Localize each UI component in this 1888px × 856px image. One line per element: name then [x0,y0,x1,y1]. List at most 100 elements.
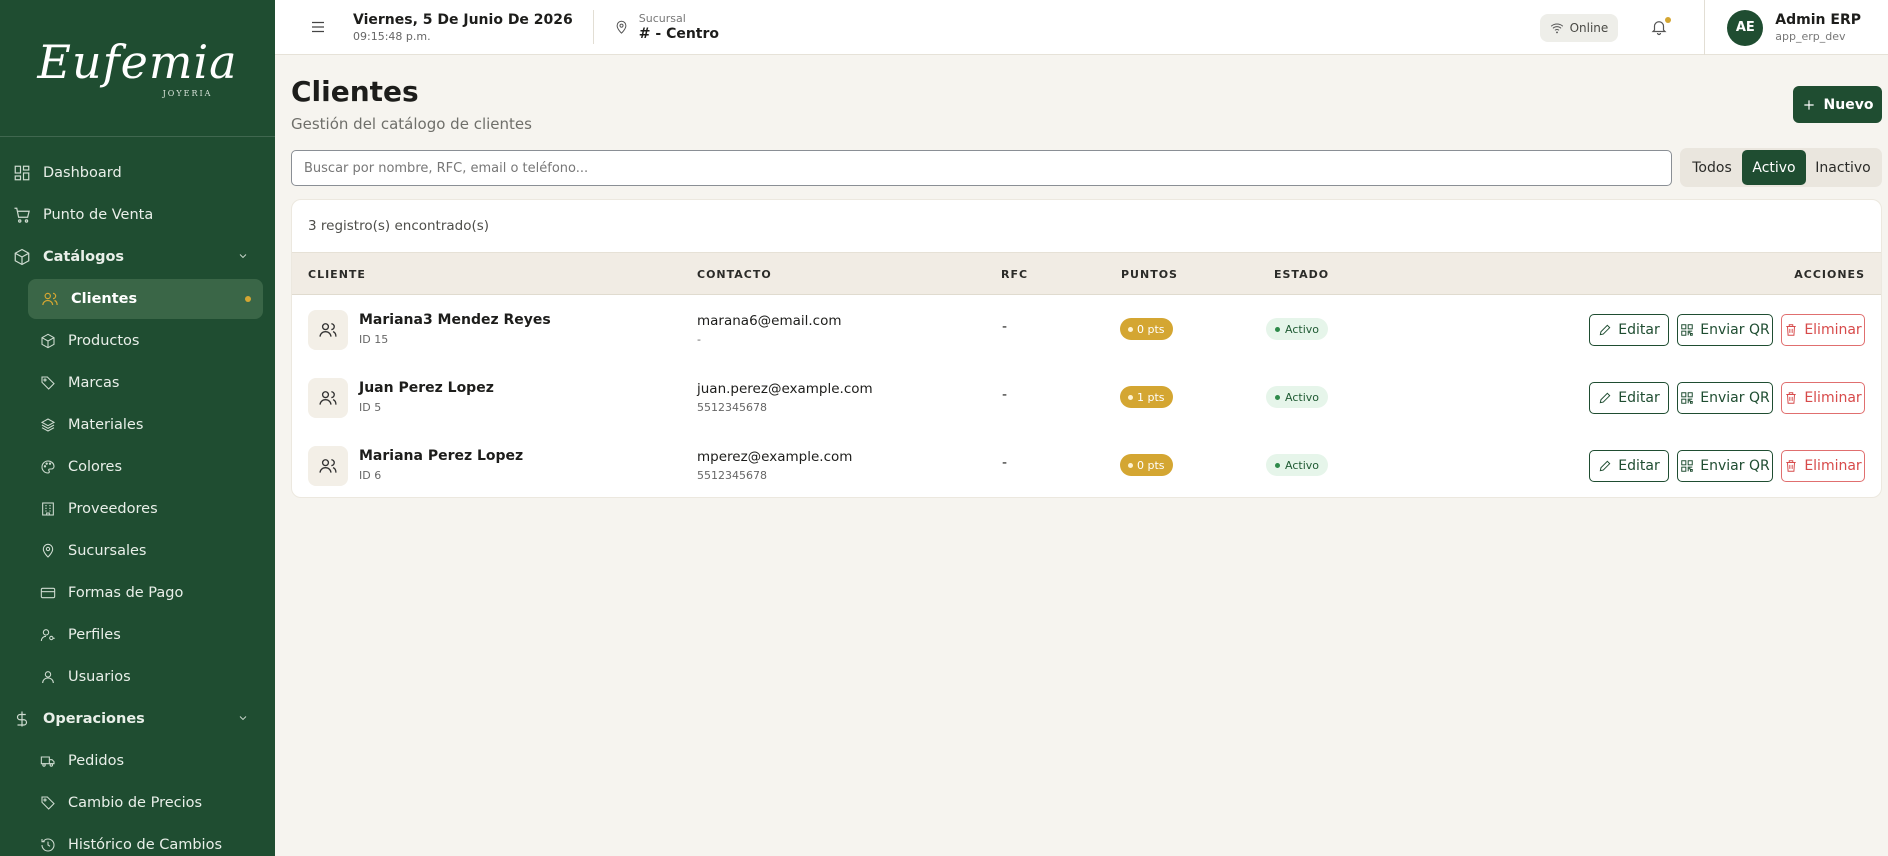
sidebar-item-dashboard[interactable]: Dashboard [0,152,275,194]
send-qr-button[interactable]: Enviar QR [1677,314,1773,346]
table-row: Mariana Perez Lopez ID 6 mperez@example.… [292,431,1881,497]
trash-icon [1786,392,1796,404]
wifi-icon [1550,23,1563,33]
filter-activo[interactable]: Activo [1742,150,1806,185]
send-qr-button[interactable]: Enviar QR [1677,382,1773,414]
header-puntos: PUNTOS [1121,268,1178,281]
connection-status-text: Online [1569,20,1609,35]
sidebar-item-cambio-de-precios[interactable]: Cambio de Precios [0,782,275,824]
sidebar-item-historico-de-cambios[interactable]: Histórico de Cambios [0,824,275,856]
status-badge: Activo [1266,454,1328,476]
edit-label: Editar [1618,390,1660,406]
sidebar-item-label: Sucursales [68,543,147,559]
sidebar-item-label: Proveedores [68,501,158,517]
trash-icon [1786,324,1796,336]
points-badge: 0 pts [1120,454,1173,476]
sidebar-nav: Dashboard Punto de Venta Catálogos Clien… [0,137,275,856]
sidebar-group-catalogos[interactable]: Catálogos [0,236,275,278]
page-title: Clientes [291,75,419,108]
sidebar-item-marcas[interactable]: Marcas [0,362,275,404]
sidebar-item-productos[interactable]: Productos [0,320,275,362]
sidebar-item-punto-de-venta[interactable]: Punto de Venta [0,194,275,236]
palette-icon [40,457,56,477]
dollar-icon [12,709,32,729]
box-icon [40,331,56,351]
search-input[interactable] [291,150,1672,186]
notifications-button[interactable] [1650,16,1672,38]
filter-inactivo[interactable]: Inactivo [1806,150,1880,185]
client-email: mperez@example.com [697,449,853,465]
header-cliente: CLIENTE [308,268,366,281]
filter-todos[interactable]: Todos [1682,150,1742,185]
new-button-label: Nuevo [1823,96,1874,113]
header-estado: ESTADO [1274,268,1330,281]
branch-selector[interactable]: Sucursal # - Centro [614,12,719,42]
truck-icon [40,751,56,771]
sidebar-item-materiales[interactable]: Materiales [0,404,275,446]
brand-name: Eufemia [37,34,238,89]
pencil-icon [1599,324,1611,336]
sidebar-item-sucursales[interactable]: Sucursales [0,530,275,572]
tag-icon [40,373,56,393]
qr-code-icon [1681,460,1694,472]
new-client-button[interactable]: Nuevo [1793,86,1882,123]
box-icon [12,247,32,267]
brand-logo[interactable]: Eufemia JOYERIA [0,0,275,137]
edit-button[interactable]: Editar [1589,450,1669,482]
send-qr-label: Enviar QR [1700,458,1770,474]
date-display: Viernes, 5 De Junio De 2026 09:15:48 p.m… [353,10,594,44]
sidebar-item-formas-de-pago[interactable]: Formas de Pago [0,572,275,614]
client-name: Juan Perez Lopez [359,380,494,396]
menu-toggle-button[interactable] [305,14,331,40]
edit-button[interactable]: Editar [1589,314,1669,346]
topbar-right: Online AE Admin ERP app_erp_dev [1539,0,1888,55]
send-qr-button[interactable]: Enviar QR [1677,450,1773,482]
delete-button[interactable]: Eliminar [1781,450,1865,482]
user-menu[interactable]: AE Admin ERP app_erp_dev [1704,0,1888,55]
edit-button[interactable]: Editar [1589,382,1669,414]
edit-label: Editar [1618,322,1660,338]
sidebar-item-label: Formas de Pago [68,585,184,601]
sidebar-item-pedidos[interactable]: Pedidos [0,740,275,782]
sidebar-item-label: Pedidos [68,753,125,769]
branch-name: # - Centro [638,26,720,42]
client-rfc: - [1002,319,1008,335]
building-icon [40,499,56,519]
history-icon [40,835,56,855]
sidebar-item-colores[interactable]: Colores [0,446,275,488]
plus-icon [1803,99,1814,110]
sidebar-item-label: Perfiles [68,627,121,643]
clients-table-card: 3 registro(s) encontrado(s) CLIENTE CONT… [291,199,1882,498]
sidebar-item-clientes[interactable]: Clientes [28,279,263,319]
row-actions: Editar Enviar QR Eliminar [1581,382,1865,414]
sidebar-item-label: Histórico de Cambios [68,837,223,853]
delete-label: Eliminar [1804,322,1862,338]
sidebar-item-proveedores[interactable]: Proveedores [0,488,275,530]
user-name: Admin ERP [1775,12,1861,28]
edit-label: Editar [1618,458,1660,474]
map-pin-icon [40,541,56,561]
sidebar-group-operaciones[interactable]: Operaciones [0,698,275,740]
row-actions: Editar Enviar QR Eliminar [1581,314,1865,346]
users-icon [308,446,348,486]
avatar: AE [1727,9,1764,46]
client-id: ID 5 [359,401,382,414]
user-key-icon [40,625,56,645]
sidebar-item-label: Punto de Venta [43,207,154,223]
sidebar-item-label: Clientes [71,291,138,307]
table-header: CLIENTE CONTACTO RFC PUNTOS ESTADO ACCIO… [292,252,1881,295]
user-username: app_erp_dev [1775,30,1846,43]
delete-button[interactable]: Eliminar [1781,382,1865,414]
users-icon [308,310,348,350]
sidebar-item-perfiles[interactable]: Perfiles [0,614,275,656]
client-email: juan.perez@example.com [697,381,873,397]
trash-icon [1786,460,1796,472]
status-badge: Activo [1266,318,1328,340]
client-name: Mariana3 Mendez Reyes [359,312,551,328]
chevron-down-icon [237,250,249,266]
sidebar-item-usuarios[interactable]: Usuarios [0,656,275,698]
delete-label: Eliminar [1804,458,1862,474]
brand-subtitle: JOYERIA [162,88,213,98]
delete-button[interactable]: Eliminar [1781,314,1865,346]
status-filter-group: Todos Activo Inactivo [1680,148,1882,187]
